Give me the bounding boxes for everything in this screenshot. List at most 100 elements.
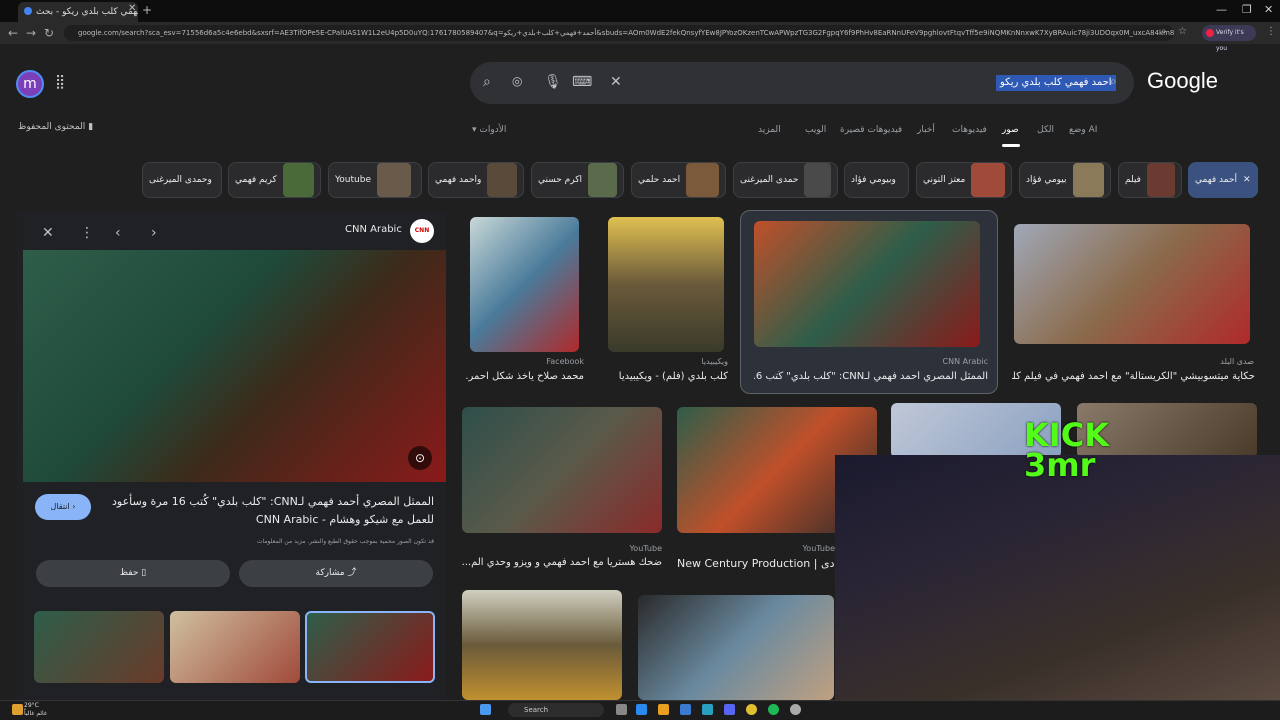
chip[interactable]: بيومي فؤاد [1019, 162, 1111, 198]
weather-temp: 29°C [24, 702, 39, 709]
chip-ahmed-fahmy[interactable]: ✕ أحمد فهمي [1188, 162, 1258, 198]
taskbar-search[interactable]: Search [508, 703, 604, 717]
keyboard-icon[interactable]: ⌨ [572, 74, 592, 90]
chip[interactable]: Youtube [328, 162, 422, 198]
result-title[interactable]: محمد صلاح يأخذ شكل احمر... [466, 371, 584, 382]
result-image[interactable] [754, 221, 980, 347]
visit-button[interactable]: انتقال › [35, 494, 91, 520]
bookmark-icon: ▯ [141, 568, 147, 578]
windows-start-icon[interactable] [480, 704, 491, 715]
file-explorer-icon[interactable] [658, 704, 669, 715]
close-icon[interactable]: ✕ [42, 225, 54, 241]
visit-label: انتقال [50, 502, 70, 511]
chip[interactable]: احمد حلمي [631, 162, 726, 198]
chip-thumbnail [487, 163, 517, 197]
tab-ai-mode[interactable]: وضع AI [1069, 125, 1097, 135]
back-icon[interactable]: ← [8, 26, 18, 40]
browser-tab[interactable]: أحمد فهمي كلب بلدي ريكو - بحث [18, 2, 138, 22]
chip-label: معتز التوني [923, 175, 966, 185]
clear-search-icon[interactable]: ✕ [610, 74, 622, 90]
discord-icon[interactable] [724, 704, 735, 715]
chip-thumbnail [686, 163, 719, 197]
saved-content-link[interactable]: المحتوى المحفوظ ▮ [18, 122, 93, 132]
result-source: Facebook [546, 357, 584, 366]
search-submit-icon[interactable]: ⌕ [1110, 74, 1117, 89]
avatar[interactable]: m [16, 70, 44, 98]
new-tab-icon[interactable]: + [142, 3, 152, 17]
webcam-overlay [835, 455, 1280, 700]
close-chip-icon[interactable]: ✕ [1243, 175, 1251, 185]
tab-short-videos[interactable]: فيديوهات قصيرة [840, 125, 902, 135]
bookmark-star-icon[interactable]: ☆ [1178, 26, 1187, 37]
result-title[interactable]: New Century Production | دى [677, 557, 835, 570]
spotify-icon[interactable] [768, 704, 779, 715]
result-image[interactable] [462, 590, 622, 700]
edge-icon[interactable] [636, 704, 647, 715]
tab-all[interactable]: الكل [1037, 125, 1054, 135]
result-title[interactable]: حكاية ميتسوبيشي "الكريستالة" مع أحمد فهم… [1012, 371, 1255, 382]
preview-image[interactable] [23, 250, 446, 482]
save-button[interactable]: حفظ ▯ [36, 560, 230, 587]
related-image[interactable] [305, 611, 435, 683]
close-window-icon[interactable]: ✕ [1264, 3, 1273, 16]
chip[interactable]: كريم فهمي [228, 162, 321, 198]
more-options-icon[interactable]: ⋮ [80, 225, 94, 241]
tab-more[interactable]: المزيد [758, 125, 781, 135]
share-button[interactable]: مشاركة ⤴ [239, 560, 433, 587]
chip-thumbnail [588, 163, 617, 197]
preview-title[interactable]: الممثل المصري أحمد فهمي لـCNN: "كلب بلدي… [100, 493, 434, 529]
outlook-icon[interactable] [680, 704, 691, 715]
chip[interactable]: اكرم حسني [531, 162, 624, 198]
lens-search-icon[interactable]: ⊙ [408, 446, 432, 470]
result-image[interactable] [638, 595, 834, 700]
chrome-icon[interactable] [746, 704, 757, 715]
mic-icon[interactable]: 🎙 [544, 74, 562, 90]
result-image[interactable] [470, 217, 579, 352]
result-source: صدى البلد [1220, 357, 1254, 366]
task-view-icon[interactable] [616, 704, 627, 715]
url-input[interactable]: google.com/search?sca_esv=71556d6a5c4e6e… [64, 25, 1174, 41]
weather-widget[interactable]: 29°C غائم غالباً [24, 702, 47, 718]
chip-thumbnail [377, 163, 411, 197]
chip[interactable]: حمدى الميرغنى [733, 162, 838, 198]
verify-button[interactable]: Verify it's you [1202, 25, 1256, 52]
tools-button[interactable]: ▾ الأدوات [472, 125, 506, 135]
result-title[interactable]: ضحك هستريا مع احمد فهمي و ويزو وحدي الم.… [462, 557, 662, 568]
reload-icon[interactable]: ↻ [44, 26, 54, 40]
minimize-icon[interactable]: — [1216, 3, 1227, 16]
browser-menu-icon[interactable]: ⋮ [1266, 26, 1276, 37]
close-tab-icon[interactable]: ✕ [128, 3, 136, 14]
store-icon[interactable] [702, 704, 713, 715]
previous-icon[interactable]: ‹ [115, 225, 121, 241]
related-image[interactable] [34, 611, 164, 683]
chip[interactable]: وبيومي فؤاد [844, 162, 909, 198]
chip[interactable]: معتز التوني [916, 162, 1012, 198]
next-icon[interactable]: › [151, 225, 157, 241]
result-image[interactable] [608, 217, 724, 352]
forward-icon[interactable]: → [26, 26, 36, 40]
chip[interactable]: فيلم [1118, 162, 1182, 198]
chip[interactable]: وحمدى الميرغنى [142, 162, 222, 198]
apps-grid-icon[interactable]: ⣿ [55, 74, 65, 90]
tab-images[interactable]: صور [1002, 125, 1019, 135]
active-tab-indicator [1002, 144, 1020, 147]
result-title[interactable]: الممثل المصري أحمد فهمي لـCNN: "كلب بلدي… [754, 371, 988, 382]
tab-videos[interactable]: فيديوهات [952, 125, 987, 135]
chip-label: وحمدى الميرغنى [149, 175, 212, 185]
result-title[interactable]: كلب بلدي (فلم) - ويكيبيديا [606, 371, 728, 382]
obs-icon[interactable] [790, 704, 801, 715]
tab-web[interactable]: الويب [805, 125, 826, 135]
related-image[interactable] [170, 611, 300, 683]
zoom-search-icon[interactable]: ⌕ [1161, 26, 1167, 37]
search-input[interactable]: احمد فهمي كلب بلدي ريكو [996, 75, 1116, 91]
google-logo[interactable]: Google [1147, 68, 1218, 94]
maximize-icon[interactable]: ❐ [1242, 3, 1252, 16]
lens-icon[interactable]: ◎ [512, 74, 522, 88]
chip-label: اكرم حسني [538, 175, 582, 185]
source-name[interactable]: CNN Arabic [345, 224, 402, 235]
search-icon[interactable]: ⌕ [483, 74, 491, 90]
result-image[interactable] [462, 407, 662, 533]
chip[interactable]: واحمد فهمي [428, 162, 524, 198]
result-image[interactable] [1014, 224, 1250, 344]
tab-news[interactable]: أخبار [917, 125, 935, 135]
